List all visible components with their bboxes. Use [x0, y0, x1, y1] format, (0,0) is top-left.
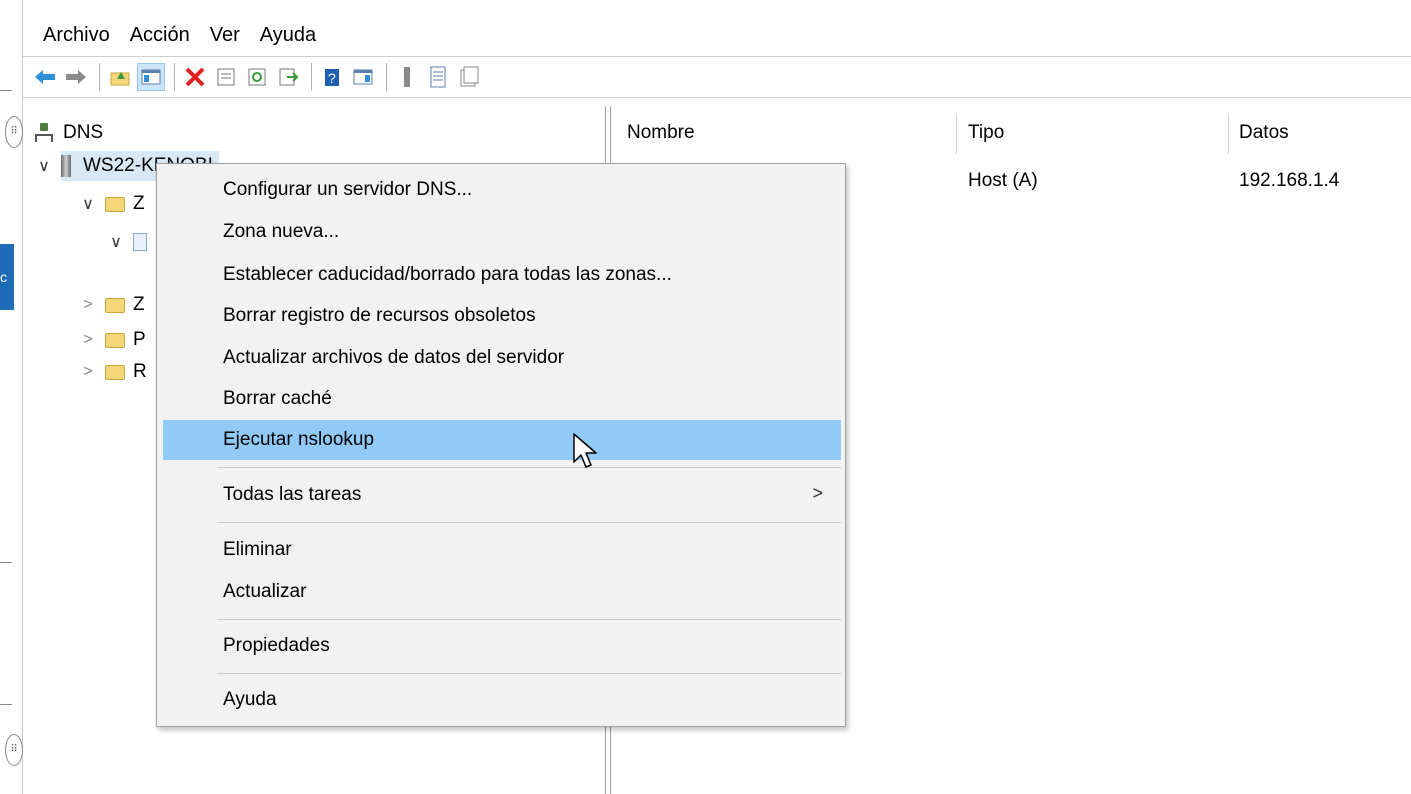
- tree-node-trust-points[interactable]: > P: [79, 325, 146, 355]
- tree-node-label: DNS: [63, 122, 104, 143]
- tree-node-conditional-forwarders[interactable]: > R: [79, 357, 147, 387]
- chevron-right-icon[interactable]: >: [79, 331, 97, 349]
- menu-item-label: Propiedades: [223, 635, 330, 656]
- toolbar-separator: [174, 63, 175, 91]
- tree-node-forward-zones[interactable]: ∨ Z: [79, 189, 145, 219]
- show-hide-action-pane-icon[interactable]: [349, 63, 377, 91]
- menu-item-label: Todas las tareas: [223, 484, 362, 505]
- tree-node-label: P: [133, 329, 146, 350]
- menu-separator: [217, 673, 841, 674]
- menu-item-label: Actualizar archivos de datos del servido…: [223, 347, 565, 368]
- refresh-icon[interactable]: [243, 63, 271, 91]
- menu-item-label: Actualizar: [223, 581, 307, 602]
- column-header-datos[interactable]: Datos: [1239, 122, 1289, 144]
- menu-item-label: Establecer caducidad/borrado para todas …: [223, 264, 672, 285]
- menu-item-update-server-data-files[interactable]: Actualizar archivos de datos del servido…: [163, 338, 841, 378]
- toolbar-separator: [311, 63, 312, 91]
- zone-icon: [133, 233, 147, 251]
- server-icon: [61, 155, 71, 177]
- menu-separator: [217, 619, 841, 620]
- toolbar: ?: [23, 57, 1411, 98]
- column-divider[interactable]: [956, 114, 957, 154]
- menu-item-label: Eliminar: [223, 539, 292, 560]
- drag-handle-icon[interactable]: ⠿: [5, 116, 23, 148]
- menu-item-label: Borrar registro de recursos obsoletos: [223, 305, 536, 326]
- menu-item-help[interactable]: Ayuda: [163, 680, 841, 720]
- menu-item-set-aging-scavenging[interactable]: Establecer caducidad/borrado para todas …: [163, 255, 841, 295]
- menu-item-label: Configurar un servidor DNS...: [223, 179, 473, 200]
- tree-node-label: R: [133, 361, 147, 382]
- forward-arrow-icon[interactable]: [62, 63, 90, 91]
- left-divider: [0, 704, 12, 705]
- menu-item-properties[interactable]: Propiedades: [163, 626, 841, 666]
- tree-node-reverse-zones[interactable]: > Z: [79, 290, 145, 320]
- column-header-nombre[interactable]: Nombre: [627, 122, 695, 144]
- menu-item-clear-cache[interactable]: Borrar caché: [163, 379, 841, 419]
- folder-icon: [105, 332, 125, 348]
- delete-icon[interactable]: [181, 63, 209, 91]
- menu-item-launch-nslookup[interactable]: Ejecutar nslookup: [163, 420, 841, 460]
- menu-ver[interactable]: Ver: [200, 24, 250, 47]
- tree-node-label: Z: [133, 193, 145, 214]
- menu-item-delete[interactable]: Eliminar: [163, 530, 841, 570]
- menu-separator: [217, 522, 841, 523]
- menu-ayuda[interactable]: Ayuda: [250, 24, 326, 47]
- export-list-icon[interactable]: [274, 63, 302, 91]
- help-icon[interactable]: ?: [318, 63, 346, 91]
- menu-item-refresh[interactable]: Actualizar: [163, 572, 841, 612]
- server-icon[interactable]: [393, 63, 421, 91]
- menu-item-label: Zona nueva...: [223, 221, 340, 242]
- menu-archivo[interactable]: Archivo: [23, 24, 120, 47]
- left-divider: [0, 562, 12, 563]
- background-window-edge: c: [0, 244, 14, 310]
- chevron-down-icon[interactable]: ∨: [35, 156, 53, 176]
- menu-item-label: Ayuda: [223, 689, 277, 710]
- column-header-tipo[interactable]: Tipo: [968, 122, 1004, 144]
- menu-accion[interactable]: Acción: [120, 24, 200, 47]
- folder-icon: [105, 297, 125, 313]
- tree-node-zone[interactable]: ∨: [107, 227, 155, 257]
- toolbar-separator: [386, 63, 387, 91]
- chevron-right-icon[interactable]: >: [79, 363, 97, 381]
- tree-node-label: Z: [133, 294, 145, 315]
- up-folder-icon[interactable]: [106, 63, 134, 91]
- folder-icon: [105, 364, 125, 380]
- dns-icon: [35, 123, 53, 143]
- menu-item-scavenge-stale-records[interactable]: Borrar registro de recursos obsoletos: [163, 296, 841, 336]
- menu-item-label: Ejecutar nslookup: [223, 429, 375, 450]
- folder-icon: [105, 196, 125, 212]
- left-divider: [0, 90, 12, 91]
- menu-item-label: Borrar caché: [223, 388, 332, 409]
- menu-bar: Archivo Acción Ver Ayuda: [23, 14, 1411, 57]
- svg-text:?: ?: [328, 70, 336, 86]
- menu-item-all-tasks[interactable]: Todas las tareas >: [163, 475, 841, 515]
- cell-type[interactable]: Host (A): [968, 170, 1038, 192]
- toolbar-separator: [99, 63, 100, 91]
- submenu-arrow-icon: >: [812, 483, 823, 503]
- mouse-cursor-icon: [572, 432, 602, 472]
- tree-node-dns[interactable]: DNS: [35, 118, 103, 148]
- list-icon[interactable]: [424, 63, 452, 91]
- context-menu: Configurar un servidor DNS... Zona nueva…: [156, 163, 846, 727]
- menu-item-new-zone[interactable]: Zona nueva...: [163, 212, 841, 252]
- drag-handle-icon[interactable]: ⠿: [5, 734, 23, 766]
- menu-item-configure-dns-server[interactable]: Configurar un servidor DNS...: [163, 170, 841, 210]
- chevron-down-icon[interactable]: ∨: [107, 232, 125, 252]
- properties-icon[interactable]: [212, 63, 240, 91]
- cell-data[interactable]: 192.168.1.4: [1239, 170, 1339, 192]
- show-hide-tree-icon[interactable]: [137, 63, 165, 91]
- chevron-down-icon[interactable]: ∨: [79, 194, 97, 214]
- menu-separator: [217, 467, 841, 468]
- back-arrow-icon[interactable]: [31, 63, 59, 91]
- column-divider[interactable]: [1228, 114, 1229, 154]
- chevron-right-icon[interactable]: >: [79, 296, 97, 314]
- console-icon[interactable]: [455, 63, 483, 91]
